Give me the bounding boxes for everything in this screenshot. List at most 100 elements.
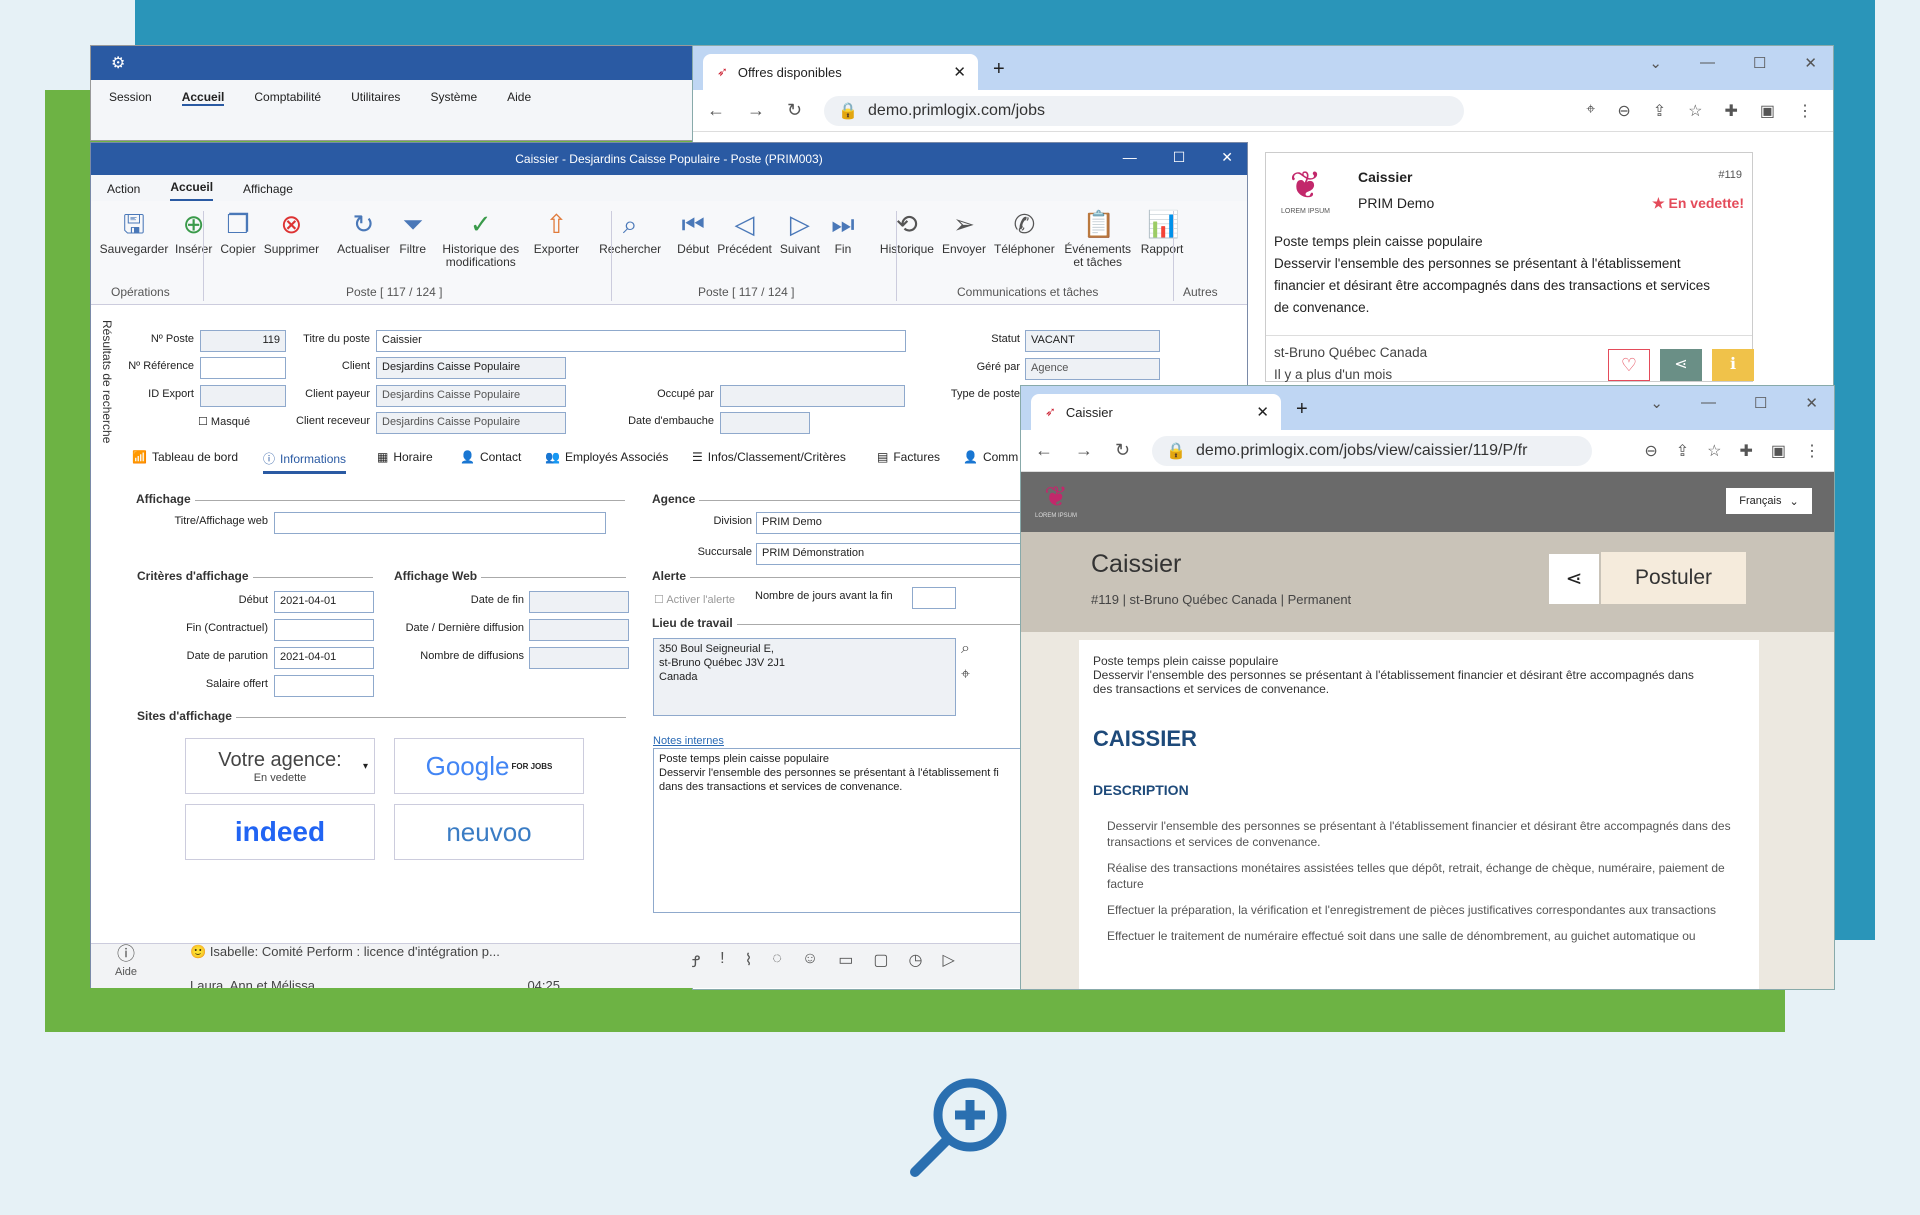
maximize-icon[interactable]: ☐	[1173, 149, 1186, 166]
info-icon[interactable]: ℹ	[1712, 349, 1754, 381]
client-payeur-field[interactable]: Desjardins Caisse Populaire	[376, 385, 566, 407]
gear-icon[interactable]: ⚙	[111, 53, 125, 73]
search-results-sidebar[interactable]: Résultats de recherche	[100, 320, 114, 443]
forward-icon[interactable]: →	[1075, 440, 1093, 461]
neuvoo-tile[interactable]: neuvoo	[394, 804, 584, 860]
job-card[interactable]: ❦ LOREM IPSUM Caissier #119 PRIM Demo ★ …	[1265, 152, 1754, 382]
job-title[interactable]: Caissier	[1358, 169, 1412, 185]
schedule-icon[interactable]: ◷	[908, 950, 922, 972]
menu-session[interactable]: Session	[109, 90, 152, 106]
forward-icon[interactable]: →	[747, 100, 765, 121]
debut-field[interactable]: 2021-04-01	[274, 591, 374, 613]
menu-comptabilite[interactable]: Comptabilité	[254, 90, 321, 106]
tab-tableau-de-bord[interactable]: 📶 Tableau de bord	[132, 450, 238, 464]
sidepanel-icon[interactable]: ▣	[1760, 101, 1775, 121]
client-field[interactable]: Desjardins Caisse Populaire	[376, 357, 566, 379]
last-button[interactable]: ⏭ Fin	[828, 209, 858, 304]
agence-site-tile[interactable]: Votre agence: En vedette ▾	[185, 738, 375, 794]
historique-button[interactable]: ⟲ Historique	[880, 209, 934, 304]
statut-field[interactable]: VACANT	[1025, 330, 1160, 352]
menu-utilitaires[interactable]: Utilitaires	[351, 90, 400, 106]
succursale-field[interactable]: PRIM Démonstration	[756, 543, 1021, 565]
salaire-field[interactable]	[274, 675, 374, 697]
minimize-icon[interactable]: —	[1123, 149, 1137, 166]
new-tab-icon[interactable]: +	[1296, 398, 1308, 421]
extensions-icon[interactable]: ✚	[1739, 441, 1752, 461]
chat-message[interactable]: 🙂 Isabelle: Comité Perform : licence d'i…	[190, 944, 500, 960]
heart-icon[interactable]: ♡	[1608, 349, 1650, 381]
search-button[interactable]: ⌕ Rechercher	[599, 209, 661, 304]
extensions-icon[interactable]: ✚	[1724, 101, 1737, 121]
close-icon[interactable]: ✕	[1221, 149, 1233, 166]
menu-dots-icon[interactable]: ⋮	[1804, 441, 1820, 461]
format-icon[interactable]: Ꝭ	[692, 950, 700, 972]
google-jobs-tile[interactable]: Google FOR JOBS	[394, 738, 584, 794]
url-bar[interactable]: 🔒 demo.primlogix.com/jobs	[824, 95, 1465, 126]
sidepanel-icon[interactable]: ▣	[1771, 441, 1786, 461]
url-bar[interactable]: 🔒 demo.primlogix.com/jobs/view/caissier/1…	[1152, 435, 1593, 466]
chevron-down-icon[interactable]: ⌄	[1649, 54, 1662, 72]
copy-button[interactable]: ❐ Copier	[220, 209, 255, 304]
menu-dots-icon[interactable]: ⋮	[1797, 101, 1813, 121]
reload-icon[interactable]: ↻	[787, 100, 802, 121]
parution-field[interactable]: 2021-04-01	[274, 647, 374, 669]
tab-contact[interactable]: 👤 Contact	[460, 450, 521, 464]
share-icon[interactable]: ⋖	[1549, 554, 1599, 604]
derniere-diffusion-field[interactable]	[529, 619, 629, 641]
maximize-icon[interactable]: ☐	[1753, 54, 1766, 72]
menu-accueil[interactable]: Accueil	[181, 90, 225, 106]
location-icon[interactable]: ⌖	[1586, 101, 1595, 121]
chat-message[interactable]: Laura, Ann et Mélissa 04:25	[190, 978, 560, 988]
titre-field[interactable]: Caissier	[376, 330, 906, 352]
date-embauche-field[interactable]	[720, 412, 810, 434]
report-button[interactable]: 📊 Rapport	[1141, 209, 1184, 304]
delete-button[interactable]: ⊗ Supprimer	[264, 209, 319, 304]
tab-accueil[interactable]: Accueil	[170, 180, 214, 201]
browser-tab-caissier[interactable]: ➶ Caissier ✕	[1031, 394, 1281, 430]
share-icon[interactable]: ⇪	[1653, 101, 1666, 121]
tab-infos-classement[interactable]: ☰ Infos/Classement/Critères	[692, 450, 846, 464]
bookmark-star-icon[interactable]: ☆	[1707, 441, 1721, 461]
site-logo[interactable]: ❦ LOREM IPSUM	[1035, 480, 1077, 519]
notes-internes-field[interactable]: Poste temps plein caisse populaire Desser…	[653, 748, 1021, 913]
occupe-par-field[interactable]	[720, 385, 905, 407]
tab-informations[interactable]: ⓘ Informations	[263, 450, 347, 474]
language-select[interactable]: Français ⌄	[1726, 488, 1812, 514]
division-field[interactable]: PRIM Demo	[756, 512, 1021, 534]
menu-systeme[interactable]: Système	[430, 90, 477, 106]
share-icon[interactable]: ⋖	[1660, 349, 1702, 381]
no-poste-field[interactable]: 119	[200, 330, 286, 352]
history-modifications-button[interactable]: ✓ Historique des modifications	[436, 209, 526, 304]
client-receveur-field[interactable]: Desjardins Caisse Populaire	[376, 412, 566, 434]
tab-employes-associes[interactable]: 👥 Employés Associés	[545, 450, 668, 464]
back-icon[interactable]: ←	[707, 100, 725, 121]
notes-internes-label[interactable]: Notes internes	[653, 735, 753, 747]
activer-alerte-checkbox[interactable]: ☐ Activer l'alerte	[654, 593, 754, 606]
maximize-icon[interactable]: ☐	[1754, 394, 1767, 412]
zoom-icon[interactable]: ⊖	[1644, 441, 1657, 461]
masque-checkbox[interactable]: ☐ Masqué	[198, 415, 258, 428]
back-icon[interactable]: ←	[1035, 440, 1053, 461]
tab-factures[interactable]: ▤ Factures	[877, 450, 940, 464]
id-export-field[interactable]	[200, 385, 286, 407]
search-address-icon[interactable]: ⌕	[961, 640, 970, 658]
tab-action[interactable]: Action	[107, 182, 140, 201]
attach-icon[interactable]: ⌇	[745, 950, 753, 972]
date-fin-field[interactable]	[529, 591, 629, 613]
help-button[interactable]: ⓘ Aide	[115, 940, 137, 978]
close-icon[interactable]: ✕	[953, 63, 966, 81]
close-icon[interactable]: ✕	[1256, 403, 1269, 421]
bookmark-star-icon[interactable]: ☆	[1688, 101, 1702, 121]
send-icon[interactable]: ▷	[942, 950, 954, 972]
nombre-jours-field[interactable]	[912, 587, 956, 609]
reload-icon[interactable]: ↻	[1115, 440, 1130, 461]
emoji-icon[interactable]: ☺	[802, 950, 818, 972]
indeed-tile[interactable]: indeed	[185, 804, 375, 860]
gif-icon[interactable]: ▭	[838, 950, 853, 972]
address-box[interactable]: 350 Boul Seigneurial E, st-Bruno Québec J…	[653, 638, 956, 716]
close-window-icon[interactable]: ✕	[1805, 394, 1818, 412]
reference-field[interactable]	[200, 357, 286, 379]
sticker-icon[interactable]: ▢	[873, 950, 888, 972]
titre-web-field[interactable]	[274, 512, 606, 534]
apply-button[interactable]: Postuler	[1601, 552, 1746, 604]
